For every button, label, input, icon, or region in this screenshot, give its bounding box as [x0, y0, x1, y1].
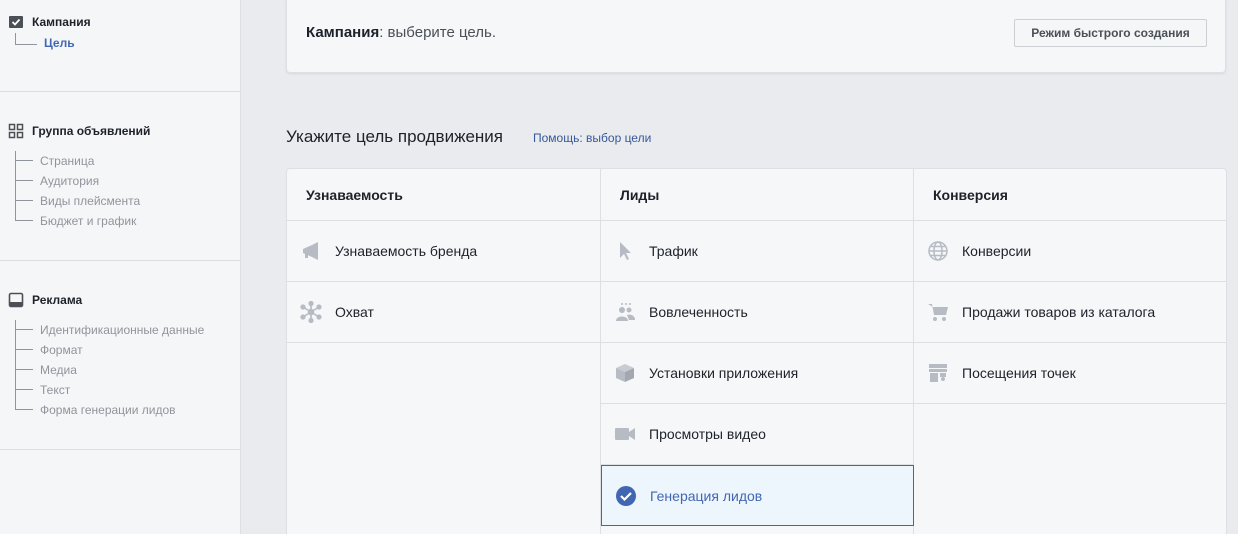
sidebar-item-label: Медиа	[40, 363, 77, 377]
objective-label: Охват	[335, 304, 374, 320]
objective-label: Узнаваемость бренда	[335, 243, 478, 259]
sidebar-item-label: Страница	[40, 154, 95, 168]
help-link[interactable]: Помощь: выбор цели	[533, 131, 651, 145]
sidebar-item-label: Бюджет и график	[40, 214, 137, 228]
objective-label: Установки приложения	[649, 365, 799, 381]
sidebar-section-campaign-label: Кампания	[32, 15, 91, 29]
sidebar-item-placements[interactable]: Виды плейсмента	[15, 191, 140, 211]
objective-grid: Узнаваемость Узнаваемость бренда Охват Л…	[286, 168, 1227, 534]
objective-label: Генерация лидов	[650, 487, 763, 504]
sidebar-item-label: Форма генерации лидов	[40, 403, 176, 417]
objective-lead-generation[interactable]: Генерация лидов	[601, 465, 914, 526]
quick-creation-button[interactable]: Режим быстрого создания	[1014, 19, 1207, 47]
sidebar-section-adset-label: Группа объявлений	[32, 124, 151, 138]
sidebar-item-goal[interactable]: Цель	[15, 33, 75, 53]
sidebar-section-ad[interactable]: Реклама	[8, 292, 82, 308]
megaphone-icon	[300, 240, 322, 262]
ad-tree: Идентификационные данные Формат Медиа Те…	[15, 320, 204, 420]
objective-traffic[interactable]: Трафик	[601, 221, 914, 282]
objective-label: Вовлеченность	[649, 304, 748, 320]
sidebar-item-identity[interactable]: Идентификационные данные	[15, 320, 204, 340]
objective-reach[interactable]: Охват	[287, 282, 600, 343]
store-icon	[927, 362, 949, 384]
objective-label: Просмотры видео	[649, 426, 766, 442]
box-icon	[614, 362, 636, 384]
objective-label: Трафик	[649, 243, 698, 259]
ad-preview-icon	[8, 292, 24, 308]
objective-catalog-sales[interactable]: Продажи товаров из каталога	[914, 282, 1227, 343]
goal-section-title: Укажите цель продвижения	[286, 127, 503, 146]
sidebar-section-ad-label: Реклама	[32, 293, 83, 307]
divider	[0, 449, 240, 450]
objective-video-views[interactable]: Просмотры видео	[601, 404, 914, 465]
sidebar-item-audience[interactable]: Аудитория	[15, 171, 140, 191]
objective-label: Посещения точек	[962, 365, 1076, 381]
column-header: Лиды	[601, 169, 914, 221]
page-title-rest: : выберите цель.	[379, 24, 497, 41]
sidebar-section-adset[interactable]: Группа объявлений	[8, 123, 150, 139]
column-conversion: Конверсия Конверсии Продажи товаров из к…	[914, 169, 1227, 404]
objective-label: Продажи товаров из каталога	[962, 304, 1156, 320]
column-header: Конверсия	[914, 169, 1227, 221]
sidebar-item-format[interactable]: Формат	[15, 340, 204, 360]
sidebar-item-label: Текст	[40, 383, 71, 397]
page-title-bold: Кампания	[306, 24, 380, 41]
grid-icon	[8, 123, 24, 139]
column-header: Узнаваемость	[287, 169, 600, 221]
objective-app-installs[interactable]: Установки приложения	[601, 343, 914, 404]
cursor-icon	[614, 240, 636, 262]
people-icon	[614, 301, 636, 323]
column-awareness: Узнаваемость Узнаваемость бренда Охват	[287, 169, 600, 343]
adset-tree: Страница Аудитория Виды плейсмента Бюдже…	[15, 151, 140, 231]
sidebar-item-page[interactable]: Страница	[15, 151, 140, 171]
divider	[0, 260, 240, 261]
divider	[0, 91, 240, 92]
campaign-header-card: Кампания: выберите цель. Режим быстрого …	[286, 0, 1226, 73]
page-title: Кампания: выберите цель.	[306, 24, 496, 41]
campaign-tree: Цель	[15, 33, 75, 53]
objective-label: Конверсии	[962, 243, 1032, 259]
objective-store-visits[interactable]: Посещения точек	[914, 343, 1227, 404]
sidebar-item-lead-form[interactable]: Форма генерации лидов	[15, 400, 204, 420]
video-icon	[614, 423, 636, 445]
sidebar-item-label: Идентификационные данные	[40, 323, 205, 337]
objective-brand-awareness[interactable]: Узнаваемость бренда	[287, 221, 600, 282]
sidebar-section-campaign[interactable]: Кампания	[8, 14, 91, 30]
reach-icon	[300, 301, 322, 323]
globe-icon	[927, 240, 949, 262]
sidebar-item-media[interactable]: Медиа	[15, 360, 204, 380]
checkbox-checked-icon	[8, 14, 24, 30]
objective-engagement[interactable]: Вовлеченность	[601, 282, 914, 343]
sidebar-item-label: Виды плейсмента	[40, 194, 141, 208]
sidebar-item-goal-label: Цель	[44, 36, 75, 50]
objective-conversions[interactable]: Конверсии	[914, 221, 1227, 282]
sidebar-item-text[interactable]: Текст	[15, 380, 204, 400]
sidebar-item-budget[interactable]: Бюджет и график	[15, 211, 140, 231]
cart-icon	[927, 301, 949, 323]
column-leads: Лиды Трафик Вовлеченность Установки прил…	[601, 169, 914, 526]
sidebar-item-label: Формат	[40, 343, 83, 357]
sidebar-item-label: Аудитория	[40, 174, 100, 188]
sidebar: Кампания Цель Группа объявлений Страница…	[0, 0, 241, 534]
check-circle-icon	[615, 485, 637, 507]
